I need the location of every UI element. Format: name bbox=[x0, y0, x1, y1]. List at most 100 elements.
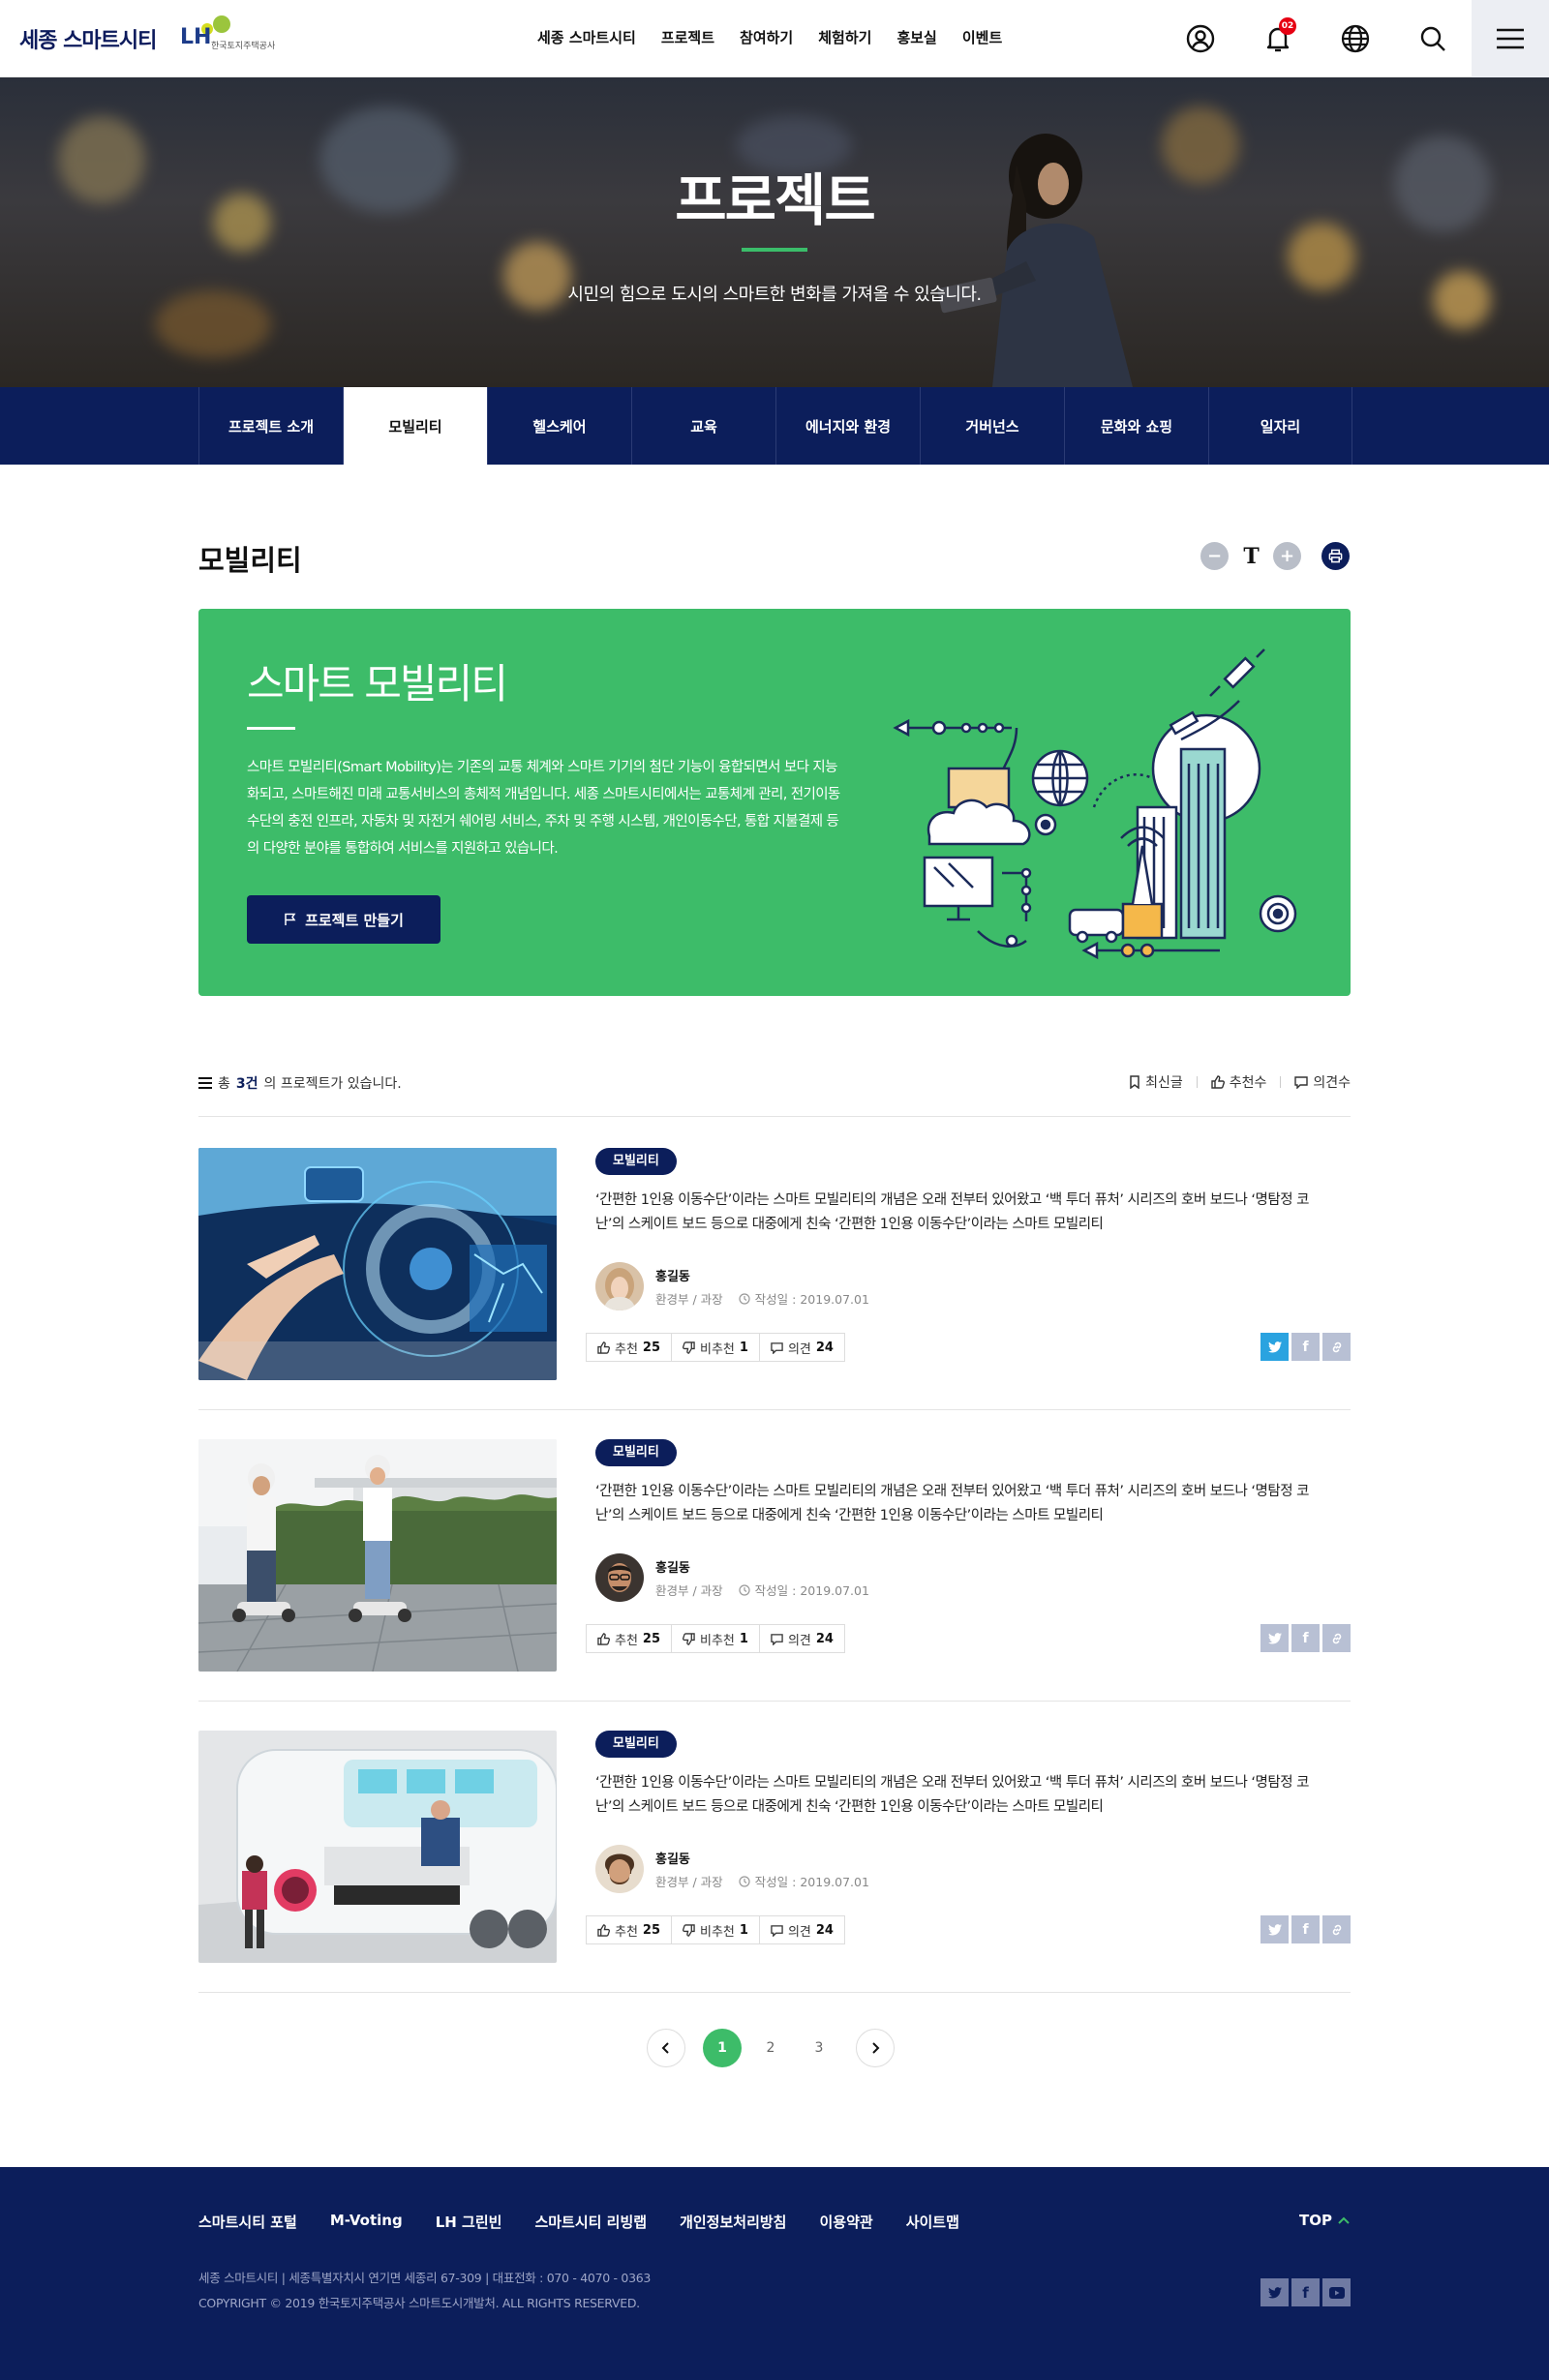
tab-healthcare[interactable]: 헬스케어 bbox=[487, 387, 631, 465]
comment-icon bbox=[771, 1924, 783, 1937]
gnb-item-event[interactable]: 이벤트 bbox=[962, 27, 1002, 47]
share-buttons: f bbox=[1260, 1333, 1351, 1361]
page-2[interactable]: 2 bbox=[751, 2029, 790, 2067]
create-project-button[interactable]: 프로젝트 만들기 bbox=[247, 895, 440, 944]
page-1[interactable]: 1 bbox=[703, 2029, 742, 2067]
gnb-item-pr[interactable]: 홍보실 bbox=[896, 27, 936, 47]
author-meta: 환경부 / 과장 작성일 : 2019.07.01 bbox=[655, 1289, 869, 1308]
intro-title: 스마트 모빌리티 bbox=[247, 660, 508, 708]
comment-button[interactable]: 의견 24 bbox=[760, 1334, 844, 1361]
twitter-icon[interactable] bbox=[1260, 1333, 1289, 1361]
link-icon[interactable] bbox=[1322, 1915, 1351, 1943]
comment-button[interactable]: 의견 24 bbox=[760, 1916, 844, 1943]
gnb-item-project[interactable]: 프로젝트 bbox=[661, 27, 714, 47]
intro-divider bbox=[247, 727, 295, 730]
thumbs-up-icon bbox=[597, 1923, 610, 1937]
link-icon[interactable] bbox=[1322, 1333, 1351, 1361]
sort-recommend-label: 추천수 bbox=[1229, 1075, 1267, 1091]
footer-link-terms[interactable]: 이용약관 bbox=[819, 2212, 872, 2232]
author-dept: 환경부 / 과장 bbox=[655, 1583, 723, 1598]
facebook-icon[interactable]: f bbox=[1291, 1915, 1320, 1943]
twitter-icon[interactable] bbox=[1260, 2278, 1289, 2306]
facebook-icon[interactable]: f bbox=[1291, 1333, 1320, 1361]
footer-link-privacy[interactable]: 개인정보처리방침 bbox=[680, 2212, 786, 2232]
project-thumbnail[interactable] bbox=[198, 1148, 557, 1380]
pagination: 1 2 3 bbox=[647, 2029, 895, 2067]
comment-button[interactable]: 의견 24 bbox=[760, 1625, 844, 1652]
tab-governance[interactable]: 거버넌스 bbox=[920, 387, 1064, 465]
font-increase-button[interactable]: + bbox=[1273, 542, 1301, 570]
tab-mobility[interactable]: 모빌리티 bbox=[343, 387, 487, 465]
category-tabs: 프로젝트 소개 모빌리티 헬스케어 교육 에너지와 환경 거버넌스 문화와 쇼핑… bbox=[0, 387, 1549, 465]
project-thumbnail[interactable] bbox=[198, 1731, 557, 1963]
comment-label: 의견 bbox=[787, 1924, 811, 1940]
site-header: 세종 스마트시티 LH 한국토지주택공사 세종 스마트시티 프로젝트 참여하기 … bbox=[0, 0, 1549, 77]
footer-nav: 스마트시티 포털 M-Voting LH 그린빈 스마트시티 리빙랩 개인정보처… bbox=[198, 2212, 959, 2232]
sort-latest[interactable]: 최신글 bbox=[1129, 1072, 1183, 1092]
font-decrease-button[interactable]: − bbox=[1200, 542, 1229, 570]
project-description[interactable]: ‘간편한 1인용 이동수단’이라는 스마트 모빌리티의 개념은 오래 전부터 있… bbox=[595, 1771, 1331, 1820]
page-3[interactable]: 3 bbox=[800, 2029, 838, 2067]
project-description[interactable]: ‘간편한 1인용 이동수단’이라는 스마트 모빌리티의 개념은 오래 전부터 있… bbox=[595, 1480, 1331, 1528]
footer-link-greenbean[interactable]: LH 그린빈 bbox=[436, 2212, 502, 2232]
author-name: 홍길동 bbox=[655, 1270, 690, 1284]
back-to-top-button[interactable]: TOP bbox=[1299, 2212, 1350, 2229]
facebook-icon[interactable]: f bbox=[1291, 2278, 1320, 2306]
footer-link-livinglab[interactable]: 스마트시티 리빙랩 bbox=[534, 2212, 647, 2232]
sort-recommend[interactable]: 추천수 bbox=[1211, 1072, 1267, 1092]
post-date: 작성일 : 2019.07.01 bbox=[754, 1875, 869, 1889]
gnb-item-participate[interactable]: 참여하기 bbox=[740, 27, 793, 47]
dislike-button[interactable]: 비추천 1 bbox=[672, 1625, 760, 1652]
footer-link-portal[interactable]: 스마트시티 포털 bbox=[198, 2212, 297, 2232]
tab-culture-shopping[interactable]: 문화와 쇼핑 bbox=[1064, 387, 1208, 465]
tab-jobs[interactable]: 일자리 bbox=[1208, 387, 1352, 465]
sort-comments[interactable]: 의견수 bbox=[1294, 1072, 1351, 1092]
dislike-button[interactable]: 비추천 1 bbox=[672, 1334, 760, 1361]
next-page-button[interactable] bbox=[856, 2029, 895, 2067]
twitter-icon[interactable] bbox=[1260, 1624, 1289, 1652]
project-card[interactable]: 모빌리티 ‘간편한 1인용 이동수단’이라는 스마트 모빌리티의 개념은 오래 … bbox=[198, 1119, 1351, 1410]
prev-page-button[interactable] bbox=[647, 2029, 685, 2067]
search-icon[interactable] bbox=[1415, 21, 1450, 56]
footer-link-mvoting[interactable]: M-Voting bbox=[330, 2212, 403, 2232]
print-icon[interactable] bbox=[1321, 542, 1350, 570]
footer-link-sitemap[interactable]: 사이트맵 bbox=[906, 2212, 959, 2232]
vote-bar: 추천 25 비추천 1 의견 24 bbox=[586, 1333, 845, 1362]
gnb-item-experience[interactable]: 체험하기 bbox=[818, 27, 871, 47]
facebook-icon[interactable]: f bbox=[1291, 1624, 1320, 1652]
avatar bbox=[595, 1262, 644, 1311]
project-card[interactable]: 모빌리티 ‘간편한 1인용 이동수단’이라는 스마트 모빌리티의 개념은 오래 … bbox=[198, 1702, 1351, 1993]
list-header: 총 3건 의 프로젝트가 있습니다. 최신글 추천수 의견수 bbox=[198, 1069, 1351, 1117]
like-button[interactable]: 추천 25 bbox=[587, 1916, 673, 1943]
tab-project-intro[interactable]: 프로젝트 소개 bbox=[198, 387, 343, 465]
tab-education[interactable]: 교육 bbox=[631, 387, 775, 465]
intro-description: 스마트 모빌리티(Smart Mobility)는 기존의 교통 체계와 스마트… bbox=[247, 760, 840, 857]
category-badge: 모빌리티 bbox=[595, 1731, 677, 1758]
hero-banner: 프로젝트 시민의 힘으로 도시의 스마트한 변화를 가져올 수 있습니다. bbox=[0, 77, 1549, 387]
intro-panel: 스마트 모빌리티 스마트 모빌리티(Smart Mobility)는 기존의 교… bbox=[198, 609, 1351, 996]
project-description[interactable]: ‘간편한 1인용 이동수단’이라는 스마트 모빌리티의 개념은 오래 전부터 있… bbox=[595, 1189, 1331, 1237]
like-button[interactable]: 추천 25 bbox=[587, 1334, 673, 1361]
user-icon[interactable] bbox=[1183, 21, 1218, 56]
gnb-item-sejong[interactable]: 세종 스마트시티 bbox=[537, 27, 636, 47]
link-icon[interactable] bbox=[1322, 1624, 1351, 1652]
project-card[interactable]: 모빌리티 ‘간편한 1인용 이동수단’이라는 스마트 모빌리티의 개념은 오래 … bbox=[198, 1410, 1351, 1702]
project-thumbnail[interactable] bbox=[198, 1439, 557, 1672]
site-logo[interactable]: 세종 스마트시티 bbox=[19, 23, 157, 54]
smart-city-illustration bbox=[893, 648, 1297, 960]
dislike-button[interactable]: 비추천 1 bbox=[672, 1916, 760, 1943]
chevron-left-icon bbox=[661, 2042, 669, 2054]
like-count: 25 bbox=[642, 1631, 661, 1646]
like-button[interactable]: 추천 25 bbox=[587, 1625, 673, 1652]
count-prefix: 총 bbox=[218, 1076, 230, 1092]
comment-count: 24 bbox=[815, 1340, 834, 1355]
hamburger-menu-icon[interactable] bbox=[1472, 0, 1549, 77]
globe-icon[interactable] bbox=[1338, 21, 1373, 56]
twitter-icon[interactable] bbox=[1260, 1915, 1289, 1943]
project-count: 총 3건 의 프로젝트가 있습니다. bbox=[198, 1073, 402, 1093]
dislike-count: 1 bbox=[739, 1922, 748, 1938]
youtube-icon[interactable] bbox=[1322, 2278, 1351, 2306]
lh-logo[interactable]: LH 한국토지주택공사 bbox=[180, 14, 287, 56]
tab-energy-environment[interactable]: 에너지와 환경 bbox=[775, 387, 920, 465]
comment-label: 의견 bbox=[787, 1341, 811, 1357]
